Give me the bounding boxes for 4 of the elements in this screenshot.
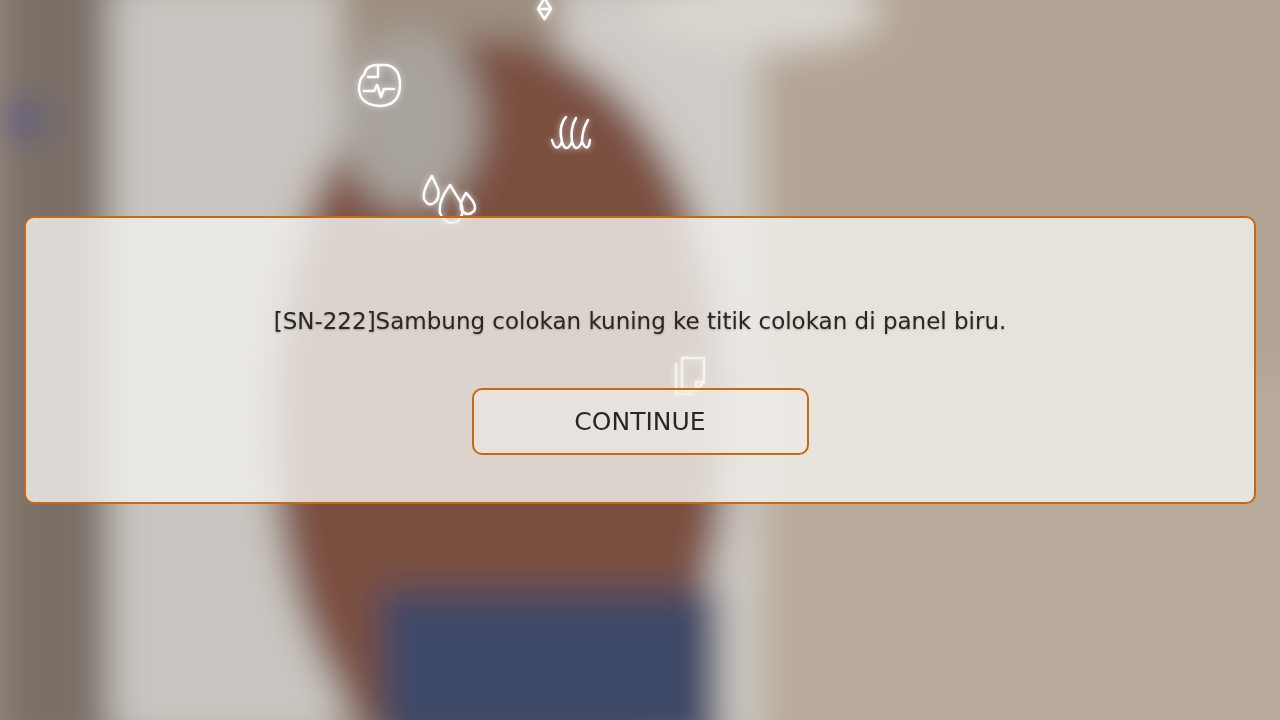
heart-monitor-icon: [356, 61, 403, 109]
diamond-icon: [536, 0, 553, 22]
continue-button[interactable]: CONTINUE: [471, 388, 809, 455]
dialog-message: [SN-222]Sambung colokan kuning ke titik colokan di panel biru.: [273, 308, 1007, 334]
